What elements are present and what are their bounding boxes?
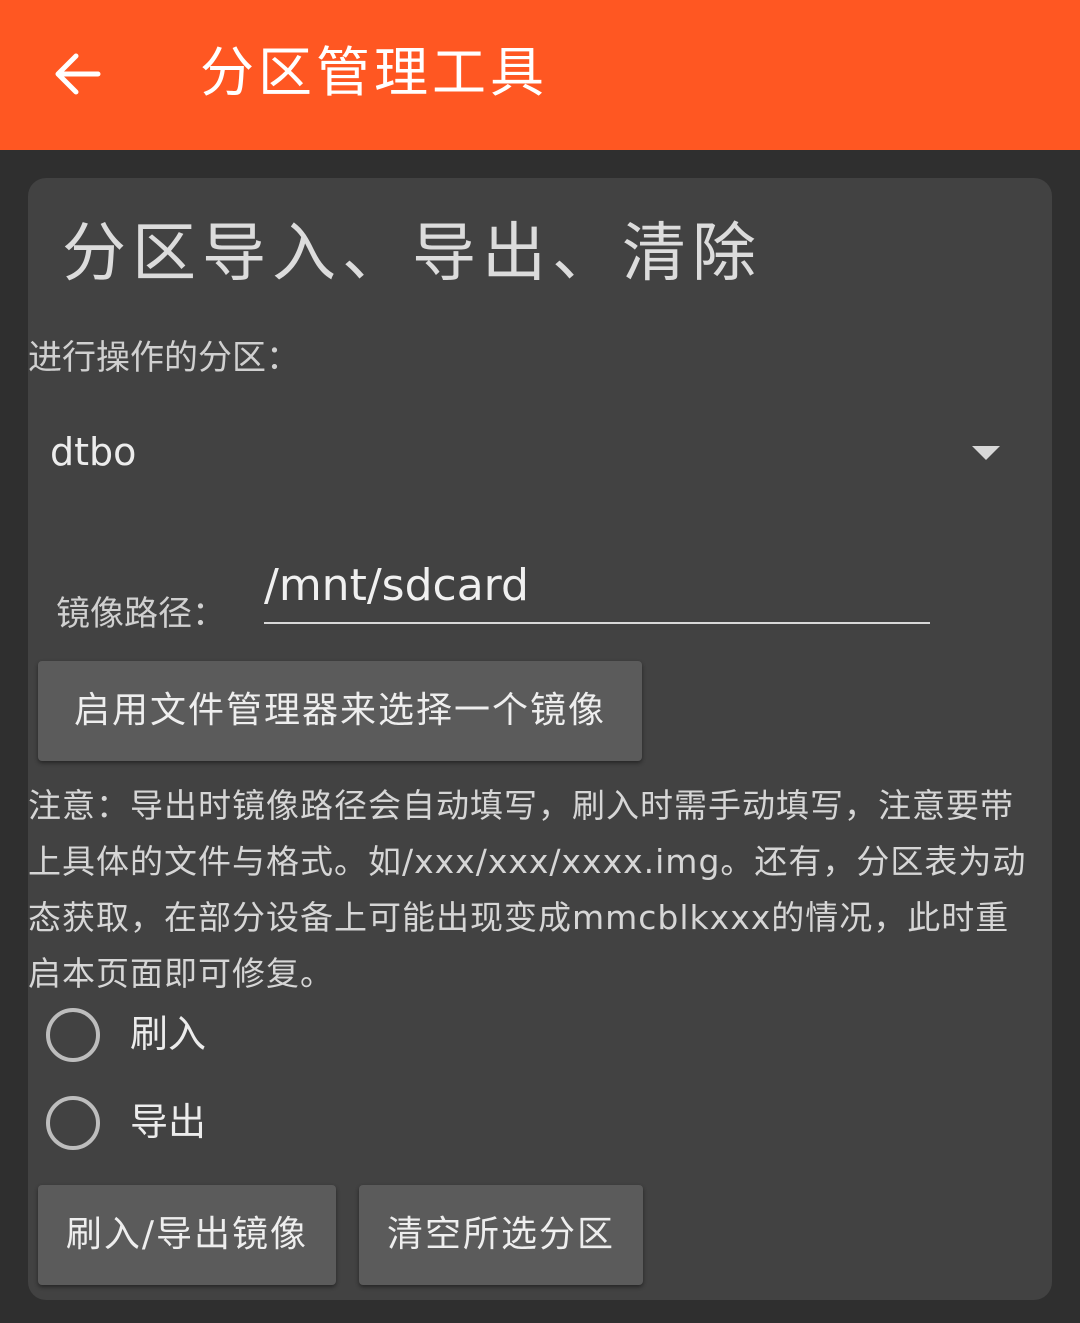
app-title: 分区管理工具 [200,41,548,104]
radio-export-label: 导出 [130,1100,207,1144]
flash-export-button[interactable]: 刷入/导出镜像 [38,1185,336,1285]
radio-unchecked-icon [46,1008,100,1062]
radio-flash[interactable]: 刷入 [44,1006,344,1066]
partition-dropdown[interactable]: dtbo [28,406,1028,496]
radio-unchecked-icon [46,1096,100,1150]
app-bar: 分区管理工具 [0,0,1080,150]
image-path-input[interactable] [264,552,930,624]
partition-dropdown-value: dtbo [50,430,137,474]
arrow-left-icon[interactable] [50,46,106,102]
card-title: 分区导入、导出、清除 [62,217,762,291]
radio-export[interactable]: 导出 [44,1094,344,1154]
radio-flash-label: 刷入 [130,1012,207,1056]
partition-card: 分区导入、导出、清除 进行操作的分区： dtbo 镜像路径： 启用文件管理器来选… [28,178,1052,1300]
dropdown-arrow-icon [972,446,1000,460]
file-manager-button[interactable]: 启用文件管理器来选择一个镜像 [38,661,642,761]
note-text: 注意：导出时镜像路径会自动填写，刷入时需手动填写，注意要带上具体的文件与格式。如… [28,786,1027,993]
clear-partition-button[interactable]: 清空所选分区 [359,1185,643,1285]
partition-label: 进行操作的分区： [28,338,300,378]
image-path-label: 镜像路径： [56,594,226,634]
